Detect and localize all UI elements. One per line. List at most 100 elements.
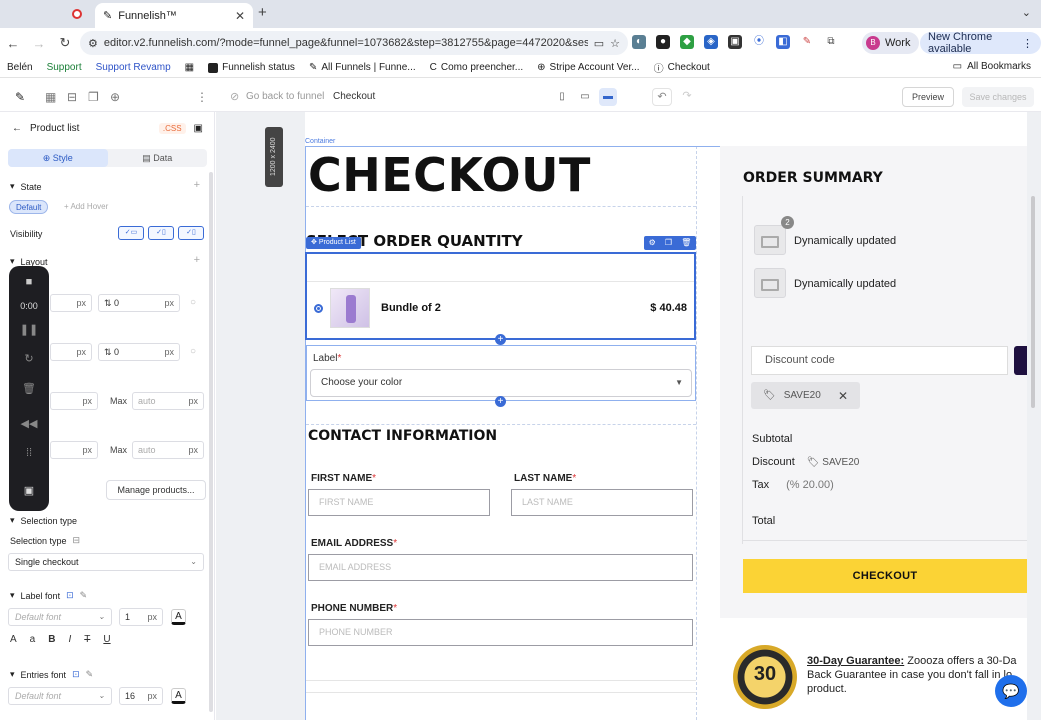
strikethrough-icon[interactable]: T — [84, 634, 90, 645]
product-radio[interactable] — [314, 304, 323, 313]
tablet-view-icon[interactable]: ▭ — [576, 88, 594, 106]
new-tab-icon[interactable]: + — [258, 4, 267, 21]
cast-icon[interactable]: ▭ — [594, 37, 604, 50]
product-list-tag[interactable]: ✥ Product List — [306, 237, 361, 249]
add-element-icon[interactable]: + — [495, 396, 506, 407]
layers-icon[interactable]: ⊟ — [67, 90, 77, 104]
max-width-field[interactable]: auto px — [132, 392, 204, 410]
close-tab-icon[interactable]: ✕ — [235, 9, 245, 23]
bookmark-item[interactable]: ⊕ Stripe Account Ver... — [530, 62, 646, 73]
undo-icon[interactable]: ↶ — [652, 88, 672, 106]
visibility-mobile-toggle[interactable]: ✓▯ — [178, 226, 204, 240]
tab-data[interactable]: ▤ Data — [108, 149, 208, 167]
summary-scrollbar[interactable] — [1031, 196, 1035, 408]
site-settings-icon[interactable]: ⚙ — [88, 37, 98, 50]
extension-icon[interactable]: ● — [656, 35, 670, 49]
email-input[interactable]: EMAIL ADDRESS — [308, 554, 693, 581]
chat-bubble-icon[interactable]: 💬 — [995, 675, 1027, 707]
extensions-puzzle-icon[interactable]: ⧉ — [824, 35, 838, 49]
apply-discount-button[interactable] — [1014, 346, 1027, 375]
save-changes-button[interactable]: Save changes — [962, 87, 1034, 107]
apps-grid-icon[interactable]: ▦ — [178, 62, 201, 73]
bookmark-item[interactable]: Support — [40, 62, 89, 73]
add-hover-link[interactable]: + Add Hover — [58, 200, 114, 214]
back-icon[interactable]: ← — [0, 36, 26, 51]
discount-code-input[interactable]: Discount code — [751, 346, 1008, 375]
selection-type-select[interactable]: Single checkout ⌄ — [8, 553, 204, 571]
recording-tab-icon[interactable] — [72, 9, 82, 19]
add-layout-icon[interactable]: + — [194, 254, 200, 266]
chrome-update-button[interactable]: New Chrome available ⋮ — [920, 31, 1041, 55]
tab-style[interactable]: ⊕ Style — [8, 149, 108, 167]
entries-font-select[interactable]: Default font ⌄ — [8, 687, 112, 705]
selection-type-section[interactable]: ▾ Selection type — [10, 515, 77, 526]
brush-icon[interactable]: ✎ — [80, 590, 88, 601]
brush-icon[interactable]: ✎ — [86, 669, 94, 680]
bookmark-star-icon[interactable]: ☆ — [610, 37, 620, 50]
last-name-input[interactable]: LAST NAME — [511, 489, 693, 516]
lowercase-icon[interactable]: a — [30, 634, 36, 645]
container-tag[interactable]: Container — [305, 138, 335, 145]
variant-select[interactable]: Choose your color ▼ — [310, 369, 692, 397]
label-font-size-field[interactable]: 1 px — [119, 608, 163, 626]
contact-heading[interactable]: CONTACT INFORMATION — [308, 428, 497, 444]
extension-icon[interactable]: ◐ — [632, 35, 646, 49]
padding-right-field[interactable]: ⇅ 0 px — [98, 343, 180, 361]
extension-icon[interactable]: ◆ — [680, 35, 694, 49]
pause-icon[interactable]: ❚❚ — [9, 323, 49, 336]
padding-left-field[interactable]: px — [50, 343, 92, 361]
camera-icon[interactable]: ▣ — [9, 484, 49, 497]
add-state-icon[interactable]: + — [194, 179, 200, 191]
remove-coupon-icon[interactable]: ✕ — [838, 389, 848, 403]
link-icon[interactable]: ○ — [190, 297, 196, 308]
extension-icon[interactable]: ▣ — [728, 35, 742, 49]
duplicate-icon[interactable]: ❐ — [665, 236, 672, 250]
entries-font-color-icon[interactable]: A — [171, 688, 186, 704]
tab-search-chevron-icon[interactable]: ⌄ — [1022, 6, 1031, 19]
bookmark-item[interactable]: C Como preencher... — [423, 62, 531, 73]
css-button[interactable]: .CSS — [158, 122, 186, 134]
italic-icon[interactable]: I — [68, 634, 71, 645]
extension-icon[interactable]: ◧ — [776, 35, 790, 49]
reload-icon[interactable]: ↻ — [52, 35, 78, 51]
settings-icon[interactable]: ⚙ — [649, 236, 656, 250]
more-icon[interactable]: ⋮ — [196, 90, 208, 104]
state-default-pill[interactable]: Default — [9, 200, 49, 214]
phone-input[interactable]: PHONE NUMBER — [308, 619, 693, 646]
label-font-color-icon[interactable]: A — [171, 609, 186, 625]
mobile-view-icon[interactable]: ▯ — [553, 88, 571, 106]
grid-icon[interactable]: ▦ — [45, 90, 56, 104]
checkout-button[interactable]: CHECKOUT — [743, 559, 1027, 593]
margin-left-field[interactable]: px — [50, 294, 92, 312]
entries-font-section[interactable]: ▾ Entries font ⊡ ✎ — [10, 669, 93, 680]
panel-scrollbar[interactable] — [209, 172, 213, 712]
go-back-link[interactable]: Go back to funnel — [246, 91, 324, 102]
kebab-menu-icon[interactable]: ⋮ — [1022, 37, 1033, 50]
all-bookmarks-button[interactable]: ▭ All Bookmarks — [953, 61, 1031, 72]
uppercase-icon[interactable]: A — [10, 634, 17, 645]
margin-right-field[interactable]: ⇅ 0 px — [98, 294, 180, 312]
bookmark-item[interactable]: Funnelish status — [201, 62, 302, 73]
extension-icon[interactable]: ✎ — [800, 35, 814, 49]
save-icon[interactable]: ▣ — [194, 123, 203, 134]
back-arrow-icon[interactable]: ← — [12, 123, 22, 134]
max-height-field[interactable]: auto px — [132, 441, 204, 459]
link-icon[interactable]: ○ — [190, 346, 196, 357]
min-height-field[interactable]: px — [50, 441, 98, 459]
bookmark-item[interactable]: Belén — [0, 62, 40, 73]
preview-button[interactable]: Preview — [902, 87, 954, 107]
first-name-input[interactable]: FIRST NAME — [308, 489, 490, 516]
rewind-icon[interactable]: ◀◀ — [9, 417, 49, 430]
entries-font-size-field[interactable]: 16 px — [119, 687, 163, 705]
stop-record-icon[interactable]: ■ — [9, 276, 49, 288]
bold-icon[interactable]: B — [48, 634, 55, 645]
restart-icon[interactable]: ↻ — [9, 352, 49, 365]
add-element-icon[interactable]: ⊕ — [110, 90, 120, 104]
checkout-heading[interactable]: CHECKOUT — [308, 148, 591, 202]
visibility-tablet-toggle[interactable]: ✓▯ — [148, 226, 174, 240]
state-section[interactable]: ▾ State — [10, 181, 42, 192]
add-element-icon[interactable]: + — [495, 334, 506, 345]
label-font-section[interactable]: ▾ Label font ⊡ ✎ — [10, 590, 87, 601]
bookmark-item[interactable]: ⓘ Checkout — [647, 60, 717, 75]
extension-icon[interactable]: ⦿ — [752, 35, 766, 49]
